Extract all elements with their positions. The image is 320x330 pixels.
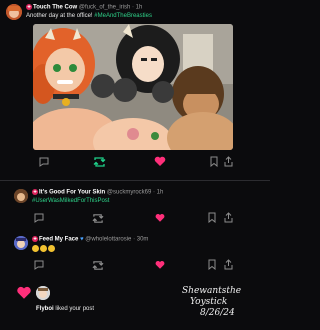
- post-body-text: Another day at the office!: [26, 13, 93, 19]
- post-author-name[interactable]: Touch The Cow: [33, 5, 77, 11]
- reply-author-handle[interactable]: @wholelottarosie: [85, 237, 131, 243]
- reply-hashtag[interactable]: #UserWasMilkedForThisPost: [32, 198, 109, 204]
- drooling-face-emoji-icon: [48, 245, 55, 252]
- signature-line-1: Shewantsthe: [182, 286, 242, 296]
- reply-icon[interactable]: [34, 260, 44, 270]
- post-actions: [33, 155, 233, 169]
- reply-icon[interactable]: [39, 157, 49, 167]
- reply-actions: [30, 212, 250, 224]
- reply-icon[interactable]: [34, 213, 44, 223]
- retweet-icon[interactable]: [92, 213, 104, 224]
- reply-actions: [30, 259, 250, 271]
- post-author-avatar[interactable]: [6, 4, 22, 20]
- share-icon[interactable]: [224, 212, 233, 223]
- blue-heart-icon: ♥: [80, 236, 84, 243]
- notification-text: Flyboi liked your post: [36, 306, 94, 312]
- drooling-face-emoji-icon: [40, 245, 47, 252]
- post-header: ✚ Touch The Cow @fuck_of_the_irish · 1h: [26, 4, 142, 11]
- reply-avatar[interactable]: [14, 189, 28, 203]
- reply-author-handle[interactable]: @suckmyrock69: [107, 190, 151, 196]
- verified-badge-icon: ✚: [32, 236, 38, 242]
- retweet-icon[interactable]: [92, 260, 104, 271]
- reply-author-name[interactable]: Feed My Face: [39, 237, 78, 243]
- verified-badge-icon: ✚: [26, 4, 32, 10]
- avatar-image: [14, 236, 28, 250]
- signature-line-2: Yoystick: [190, 297, 228, 307]
- retweet-icon[interactable]: [93, 156, 106, 168]
- notification-action: liked your post: [55, 306, 95, 312]
- verified-badge-icon: ✚: [32, 189, 38, 195]
- share-icon[interactable]: [224, 259, 233, 270]
- signature-date: 8/26/24: [200, 308, 235, 318]
- share-icon[interactable]: [224, 156, 233, 167]
- post-hashtag[interactable]: #MeAndTheBreasties: [94, 13, 152, 19]
- heart-icon[interactable]: [154, 156, 166, 167]
- post-text: Another day at the office! #MeAndTheBrea…: [26, 13, 152, 19]
- bookmark-icon[interactable]: [208, 259, 216, 270]
- avatar-image: [14, 189, 28, 203]
- notification-user[interactable]: Flyboi: [36, 306, 54, 312]
- post-illustration: [33, 24, 233, 150]
- drooling-face-emoji-icon: [32, 245, 39, 252]
- signature: Shewantsthe Yoystick 8/26/24: [182, 286, 241, 319]
- avatar-image: [36, 286, 50, 300]
- avatar-image: [6, 4, 22, 20]
- reply-emojis: [32, 245, 56, 252]
- notification-avatar[interactable]: [36, 286, 50, 300]
- post-author-handle[interactable]: @fuck_of_the_irish: [79, 5, 130, 11]
- reply-author-name[interactable]: It's Good For Your Skin: [39, 190, 105, 196]
- post-time: · 1h: [132, 4, 143, 11]
- reply-avatar[interactable]: [14, 236, 28, 250]
- bookmark-icon[interactable]: [210, 156, 218, 167]
- reply-time: · 1h: [153, 189, 164, 196]
- reply-header: ✚ Feed My Face ♥ @wholelottarosie · 30m: [32, 236, 148, 243]
- heart-icon[interactable]: [155, 213, 165, 223]
- reply-time: · 30m: [133, 236, 149, 243]
- heart-icon[interactable]: [155, 260, 165, 270]
- divider: [0, 180, 270, 181]
- reply-header: ✚ It's Good For Your Skin @suckmyrock69 ·…: [32, 189, 163, 196]
- notification-heart-icon: [17, 286, 31, 299]
- bookmark-icon[interactable]: [208, 212, 216, 223]
- post-image[interactable]: [33, 24, 233, 150]
